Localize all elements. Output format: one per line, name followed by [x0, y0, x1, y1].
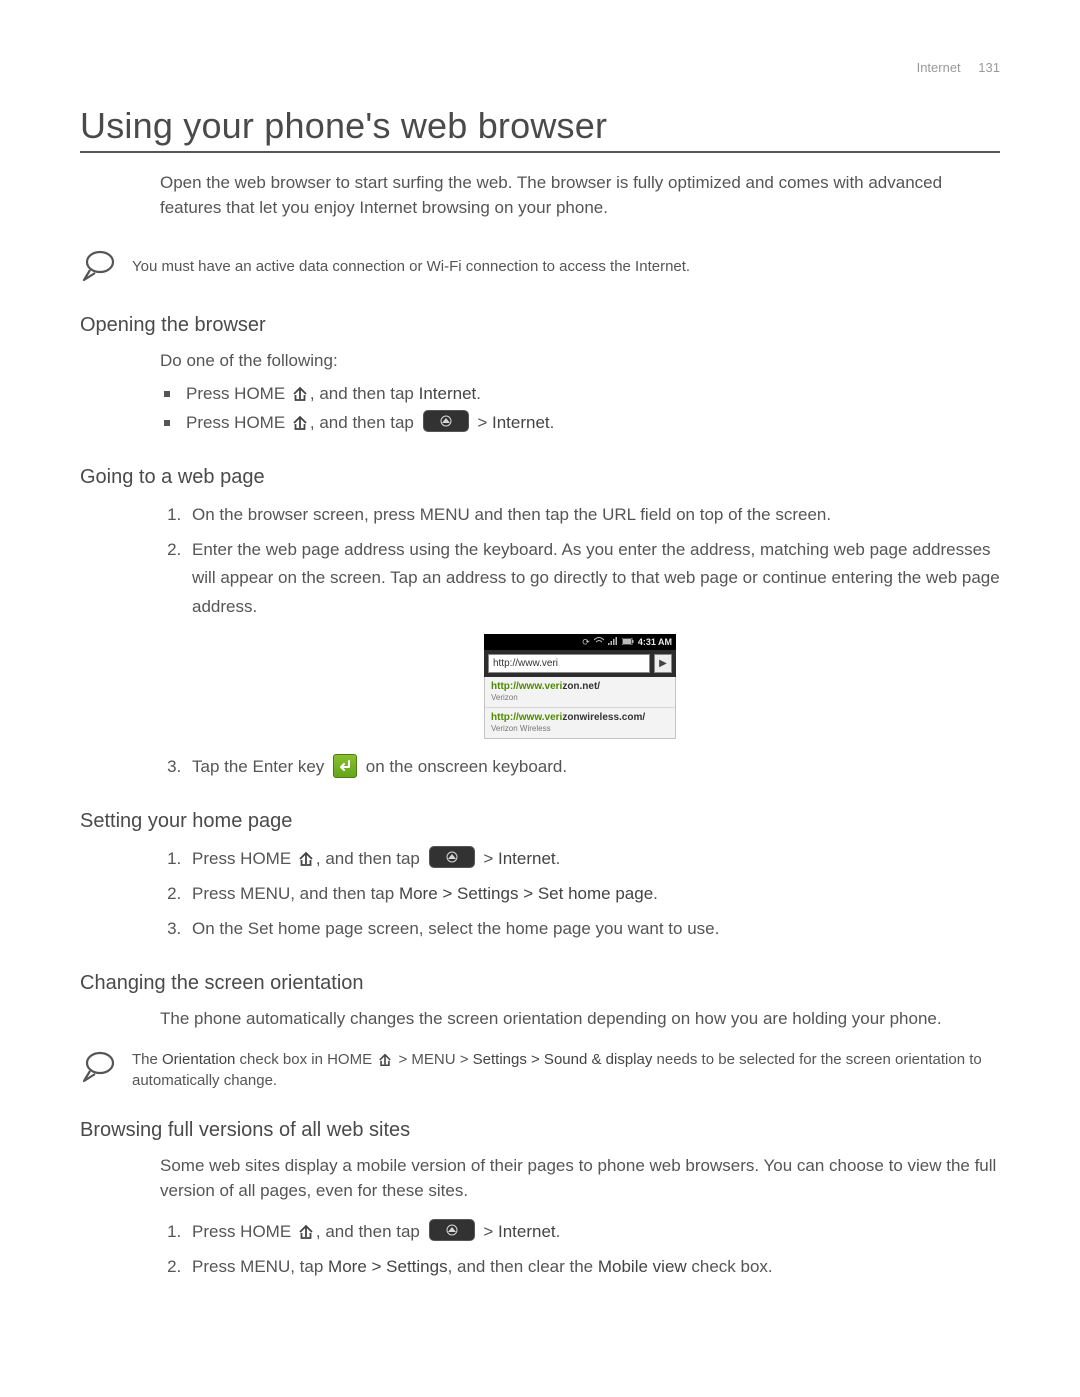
phone-suggestion-2: http://www.verizonwireless.com/ Verizon …	[485, 708, 675, 738]
going-step-2: Enter the web page address using the key…	[186, 536, 1000, 623]
text: zon.net/	[562, 681, 600, 692]
title-rule	[80, 151, 1000, 153]
text: Press HOME	[192, 849, 296, 868]
phone-status-bar: ⟳ 4:31 AM	[484, 634, 676, 650]
text: http://www.veri	[491, 712, 562, 723]
phone-screenshot: ⟳ 4:31 AM http://www.veri ▶ http://www.v…	[484, 634, 676, 739]
going-step-1: On the browser screen, press MENU and th…	[186, 501, 1000, 530]
home-step-1: Press HOME , and then tap > Internet.	[186, 845, 1000, 874]
text: Press HOME	[186, 384, 290, 403]
text: http://www.veri	[491, 681, 562, 692]
full-para: Some web sites display a mobile version …	[160, 1154, 1000, 1203]
text: Verizon	[491, 693, 669, 702]
section-full-heading: Browsing full versions of all web sites	[80, 1119, 1000, 1142]
page-title: Using your phone's web browser	[80, 105, 1000, 147]
home-icon	[298, 851, 314, 867]
full-step-1: Press HOME , and then tap > Internet.	[186, 1218, 1000, 1247]
text-bold: More > Settings	[328, 1257, 448, 1276]
text: , and then tap	[316, 849, 425, 868]
text: , and then clear the	[448, 1257, 598, 1276]
text: Press MENU, tap	[192, 1257, 328, 1276]
home-steps: Press HOME , and then tap > Internet. Pr…	[160, 845, 1000, 944]
text-bold: Internet	[492, 413, 550, 432]
text: Tap the Enter key	[192, 757, 329, 776]
home-icon	[298, 1224, 314, 1240]
sync-icon: ⟳	[582, 637, 590, 648]
text: zonwireless.com/	[562, 712, 645, 723]
text: Press HOME	[192, 1222, 296, 1241]
note-row: You must have an active data connection …	[80, 248, 1000, 284]
all-apps-icon	[423, 410, 469, 432]
balloon-icon	[80, 248, 116, 284]
orient-para: The phone automatically changes the scre…	[160, 1007, 1000, 1032]
text-bold: Orientation	[162, 1051, 235, 1068]
balloon-icon	[80, 1049, 116, 1085]
section-opening-heading: Opening the browser	[80, 314, 1000, 337]
text-bold: Mobile view	[598, 1257, 687, 1276]
opening-bullet-2: Press HOME , and then tap > Internet.	[160, 409, 1000, 438]
text: >	[483, 849, 498, 868]
text: > MENU >	[394, 1051, 472, 1068]
text: Press MENU, and then tap	[192, 884, 399, 903]
text: check box.	[687, 1257, 773, 1276]
text: The	[132, 1051, 162, 1068]
phone-time: 4:31 AM	[638, 637, 672, 647]
page-header: Internet 131	[917, 60, 1000, 75]
text-bold: Internet	[498, 1222, 556, 1241]
section-orient-heading: Changing the screen orientation	[80, 972, 1000, 995]
text: check box in HOME	[235, 1051, 376, 1068]
home-icon	[292, 386, 308, 402]
text-bold: Internet	[419, 384, 477, 403]
all-apps-icon	[429, 1219, 475, 1241]
header-section: Internet	[917, 60, 961, 75]
text: on the onscreen keyboard.	[366, 757, 567, 776]
text-bold: Settings > Sound & display	[473, 1051, 653, 1068]
note-text: You must have an active data connection …	[132, 256, 690, 277]
section-home-heading: Setting your home page	[80, 810, 1000, 833]
full-step-2: Press MENU, tap More > Settings, and the…	[186, 1253, 1000, 1282]
wifi-icon	[594, 637, 604, 647]
full-steps: Press HOME , and then tap > Internet. Pr…	[160, 1218, 1000, 1282]
opening-lead: Do one of the following:	[160, 349, 1000, 374]
text: >	[477, 413, 492, 432]
intro-paragraph: Open the web browser to start surfing th…	[160, 171, 1000, 220]
enter-key-icon	[333, 754, 357, 778]
going-step-3: Tap the Enter key on the onscreen keyboa…	[186, 753, 1000, 782]
note-text-orient: The Orientation check box in HOME > MENU…	[132, 1049, 1000, 1091]
signal-icon	[608, 637, 618, 647]
section-going-heading: Going to a web page	[80, 466, 1000, 489]
text: Verizon Wireless	[491, 724, 669, 733]
home-step-3: On the Set home page screen, select the …	[186, 915, 1000, 944]
note-row-orient: The Orientation check box in HOME > MENU…	[80, 1049, 1000, 1091]
going-steps: On the browser screen, press MENU and th…	[160, 501, 1000, 623]
going-steps-cont: Tap the Enter key on the onscreen keyboa…	[160, 753, 1000, 782]
opening-bullet-1: Press HOME , and then tap Internet.	[160, 380, 1000, 409]
text: , and then tap	[310, 413, 419, 432]
text: , and then tap	[310, 384, 419, 403]
page: Internet 131 Using your phone's web brow…	[0, 0, 1080, 1397]
text-bold: Internet	[498, 849, 556, 868]
phone-url-row: http://www.veri ▶	[484, 650, 676, 677]
header-page-number: 131	[978, 60, 1000, 75]
home-icon	[378, 1053, 392, 1067]
phone-suggestion-1: http://www.verizon.net/ Verizon	[485, 677, 675, 708]
phone-go-button: ▶	[654, 654, 672, 673]
text-bold: More > Settings > Set home page	[399, 884, 653, 903]
all-apps-icon	[429, 846, 475, 868]
home-icon	[292, 415, 308, 431]
phone-url-input: http://www.veri	[488, 654, 650, 673]
phone-suggestions: http://www.verizon.net/ Verizon http://w…	[484, 677, 676, 739]
opening-bullets: Press HOME , and then tap Internet. Pres…	[160, 380, 1000, 438]
text: >	[483, 1222, 498, 1241]
battery-icon	[622, 637, 634, 647]
text: , and then tap	[316, 1222, 425, 1241]
home-step-2: Press MENU, and then tap More > Settings…	[186, 880, 1000, 909]
text: Press HOME	[186, 413, 290, 432]
